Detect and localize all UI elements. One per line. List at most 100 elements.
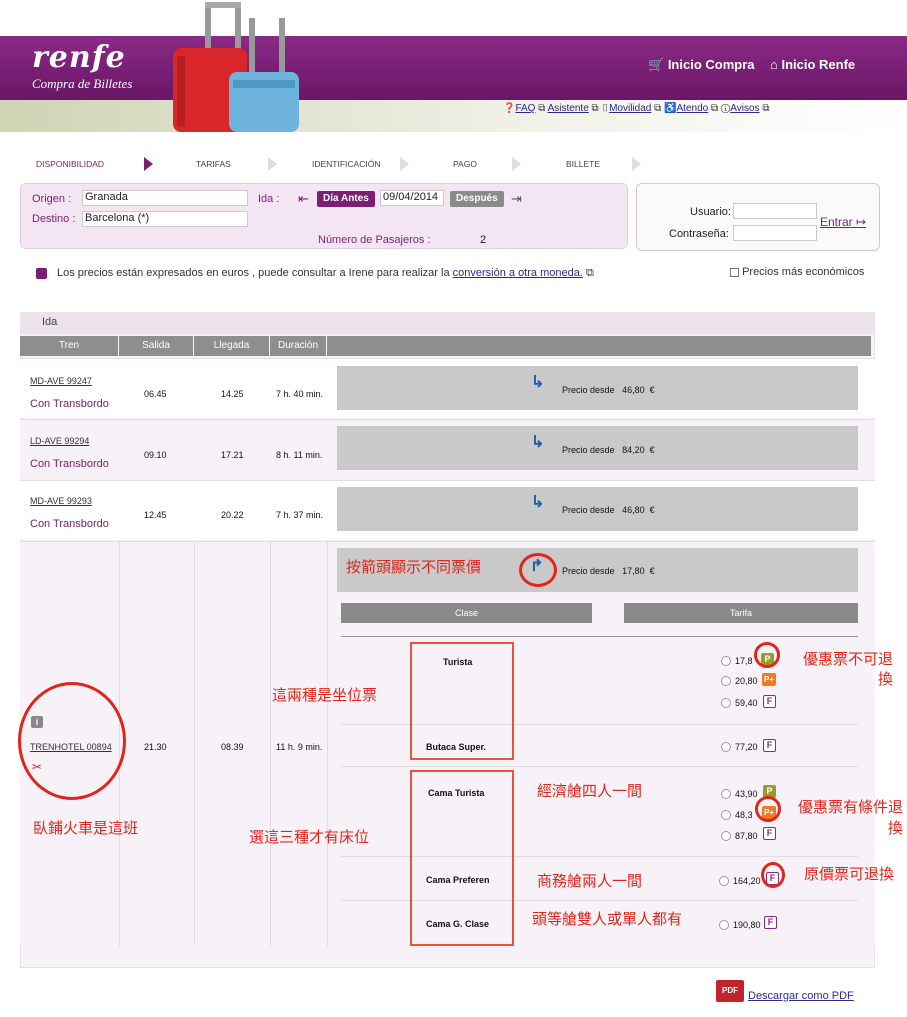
step-tarifas: TARIFAS — [196, 159, 231, 169]
fare-radio[interactable] — [721, 789, 731, 799]
fare-radio[interactable] — [721, 698, 731, 708]
annotation-circle — [18, 682, 126, 800]
descargar-pdf-link[interactable]: Descargar como PDF — [748, 990, 854, 1002]
annotation-circle — [755, 796, 781, 822]
despues-button[interactable]: Después — [450, 191, 504, 207]
fare-radio[interactable] — [721, 810, 731, 820]
flexible-badge-icon: F — [763, 695, 776, 708]
expand-arrow-icon[interactable]: ↳ — [531, 432, 544, 452]
annotation-sleeper-train: 臥鋪火車是這班 — [33, 820, 139, 837]
pasajeros-label: Número de Pasajeros : — [318, 234, 431, 246]
duracion-value: 11 h. 9 min. — [276, 742, 323, 752]
prev-day-icon[interactable]: ⇤ — [298, 191, 309, 207]
train-link[interactable]: LD-AVE 99294 — [30, 436, 89, 446]
expand-arrow-icon[interactable]: ↳ — [531, 492, 544, 512]
col-duracion: Duración — [270, 336, 326, 356]
step-disponibilidad: DISPONIBILIDAD — [36, 159, 105, 169]
llegada-value: 08.39 — [221, 742, 244, 752]
fare-radio[interactable] — [721, 831, 731, 841]
divider — [341, 766, 858, 767]
pdf-icon[interactable]: PDF — [716, 980, 744, 1002]
expand-arrow-icon[interactable]: ↳ — [531, 372, 544, 392]
dia-antes-button[interactable]: Día Antes — [317, 191, 375, 207]
col-tren: Tren — [20, 336, 118, 356]
fare-price: 17,8 — [735, 656, 753, 666]
annotation-circle — [519, 553, 557, 587]
fare-radio[interactable] — [719, 876, 729, 886]
clase-header: Clase — [341, 603, 592, 623]
transbordo-note: Con Transbordo — [30, 398, 109, 410]
col-llegada: Llegada — [194, 336, 269, 356]
usuario-label: Usuario: — [690, 206, 731, 218]
fare-price: 190,80 — [733, 920, 761, 930]
step-arrow-icon — [512, 157, 521, 171]
contrasena-label: Contraseña: — [669, 228, 729, 240]
llegada-value: 17.21 — [221, 450, 244, 460]
col-divider — [270, 541, 271, 946]
fare-radio[interactable] — [721, 742, 731, 752]
precio-desde: Precio desde 46,80 € — [562, 385, 655, 395]
fare-price: 48,3 — [735, 810, 753, 820]
ida-label: Ida : — [258, 193, 280, 205]
movilidad-link[interactable]: Movilidad — [609, 103, 651, 114]
fare-radio[interactable] — [721, 676, 731, 686]
usuario-input[interactable] — [733, 203, 817, 219]
duracion-value: 8 h. 11 min. — [276, 450, 323, 460]
checkbox-icon — [730, 267, 739, 277]
precio-desde: Precio desde 84,20 € — [562, 445, 655, 455]
contrasena-input[interactable] — [733, 225, 817, 241]
transbordo-note: Con Transbordo — [30, 518, 109, 530]
fare-price: 43,90 — [735, 789, 758, 799]
faq-link[interactable]: FAQ — [515, 103, 535, 114]
pasajeros-value: 2 — [480, 234, 487, 246]
destino-field[interactable]: Barcelona (*) — [82, 211, 248, 227]
annotation-box — [410, 642, 514, 760]
train-link[interactable]: MD-AVE 99293 — [30, 496, 92, 506]
train-link[interactable]: MD-AVE 99247 — [30, 376, 92, 386]
suitcase-illustration — [173, 2, 299, 132]
annotation-seat-note: 這兩種是坐位票 — [272, 687, 378, 704]
duracion-value: 7 h. 40 min. — [276, 389, 324, 399]
alert-icon: ⓘ — [720, 103, 731, 114]
annotation-full-refund: 原價票可退換 — [803, 866, 894, 883]
salida-value: 06.45 — [144, 389, 167, 399]
entrar-button[interactable]: Entrar ↦ — [820, 215, 866, 229]
fare-price: 164,20 — [733, 876, 761, 886]
fare-price: 87,80 — [735, 831, 758, 841]
asistente-link[interactable]: Asistente — [548, 103, 589, 114]
annotation-business-two: 商務艙兩人一間 — [537, 873, 643, 890]
fare-price: 77,20 — [735, 742, 758, 752]
login-arrow-icon: ↦ — [856, 215, 867, 229]
atendo-link[interactable]: Atendo — [677, 103, 709, 114]
destino-label: Destino : — [32, 213, 76, 225]
help-icon: ❓ — [503, 103, 516, 114]
currency-conversion-link[interactable]: conversión a otra moneda. — [453, 267, 583, 279]
flexible-badge-icon: F — [763, 827, 776, 840]
fare-radio[interactable] — [719, 920, 729, 930]
info-square-icon — [36, 268, 47, 279]
precio-desde: Precio desde 17,80 € — [562, 566, 655, 576]
step-arrow-icon — [144, 157, 153, 171]
help-links: ❓FAQ ⧉ Asistente ⧉ ▯Movilidad ⧉ ♿Atendo … — [503, 103, 770, 114]
step-pago: PAGO — [453, 159, 477, 169]
header-subbar — [0, 100, 907, 132]
ida-section-bar — [20, 312, 875, 334]
annotation-box — [410, 770, 514, 946]
home-icon: ⌂ — [770, 57, 778, 72]
avisos-link[interactable]: Avisos — [730, 103, 759, 114]
cheapest-prices-toggle[interactable]: Precios más económicos — [730, 266, 864, 278]
step-identificacion: IDENTIFICACIÓN — [312, 159, 381, 169]
inicio-renfe-link[interactable]: ⌂ Inicio Renfe — [770, 57, 855, 72]
duracion-value: 7 h. 37 min. — [276, 510, 324, 520]
fare-radio[interactable] — [721, 656, 731, 666]
annotation-circle — [754, 642, 780, 668]
next-day-icon[interactable]: ⇥ — [511, 191, 522, 207]
annotation-economy-four: 經濟艙四人一間 — [537, 783, 643, 800]
fecha-field[interactable]: 09/04/2014 — [380, 190, 444, 206]
annotation-arrow-note: 按箭頭顯示不同票價 — [346, 559, 482, 576]
inicio-compra-link[interactable]: 🛒 Inicio Compra — [648, 57, 755, 73]
renfe-logo[interactable]: renfe — [32, 40, 126, 75]
llegada-value: 20.22 — [221, 510, 244, 520]
origen-field[interactable]: Granada — [82, 190, 248, 206]
annotation-circle — [761, 862, 785, 888]
